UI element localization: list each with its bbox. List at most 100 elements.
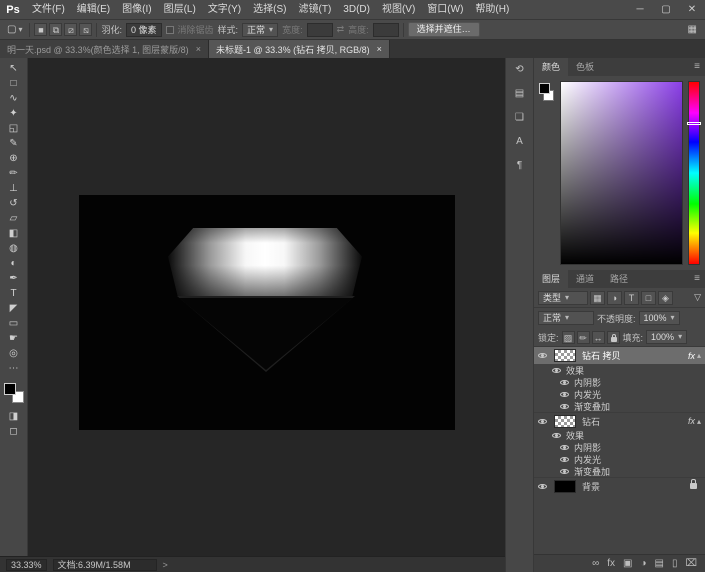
eyedropper-tool[interactable]: ✎ [2,136,26,151]
character-panel-icon[interactable]: A [509,134,531,150]
document-tab[interactable]: 未标题-1 @ 33.3% (钻石 拷贝, RGB/8)× [209,40,390,58]
screen-mode-button[interactable]: ◻ [2,424,26,439]
layer-effect-row[interactable]: 渐变叠加 [534,465,705,477]
layer-filter-icon[interactable]: ▦ [590,291,605,305]
menu-item[interactable]: 文件(F) [26,0,71,20]
blend-mode-dropdown[interactable]: 正常 [538,311,594,325]
swap-dimensions-icon[interactable]: ⇄ [337,24,345,35]
layers-panel-tab[interactable]: 图层 [534,270,568,288]
layer-row[interactable]: 钻石 拷贝fx▴ [534,347,705,364]
layer-effect-row[interactable]: 渐变叠加 [534,400,705,412]
color-panel-tab[interactable]: 色板 [568,58,602,76]
lock-position-icon[interactable]: ↔ [592,331,605,344]
tab-close-icon[interactable]: × [377,44,382,54]
layer-effect-row[interactable]: 效果 [534,429,705,441]
style-dropdown[interactable]: 正常 [242,23,278,37]
close-button[interactable]: ✕ [679,0,705,20]
blur-tool[interactable]: ◍ [2,241,26,256]
visibility-toggle[interactable] [556,469,572,474]
height-input[interactable] [373,23,399,37]
minimize-button[interactable]: ─ [627,0,653,20]
type-tool[interactable]: T [2,286,26,301]
opacity-dropdown[interactable]: 100% [639,311,680,325]
canvas-document[interactable] [79,195,455,430]
layer-group-icon[interactable]: ▤ [655,555,664,572]
selection-mode-icon[interactable]: ⧉ [49,23,62,36]
layer-effect-row[interactable]: 内阴影 [534,441,705,453]
filter-kind-dropdown[interactable]: 类型 [538,291,588,305]
layers-panel-menu-icon[interactable]: ≡ [689,270,705,288]
menu-item[interactable]: 编辑(E) [71,0,116,20]
menu-item[interactable]: 选择(S) [247,0,292,20]
new-layer-icon[interactable]: ▯ [672,555,678,572]
visibility-toggle[interactable] [556,380,572,385]
zoom-level-input[interactable]: 33.33% [6,559,47,571]
selection-mode-icon[interactable]: ■ [34,23,47,36]
hand-tool[interactable]: ☛ [2,331,26,346]
properties-panel-icon[interactable]: ▤ [509,86,531,102]
visibility-toggle[interactable] [534,353,550,358]
width-input[interactable] [307,23,333,37]
libraries-panel-icon[interactable]: ❏ [509,110,531,126]
move-tool[interactable]: ↖ [2,61,26,76]
maximize-button[interactable]: ▢ [653,0,679,20]
layer-style-icon[interactable]: fx [607,555,615,572]
select-and-mask-button[interactable]: 选择并遮住… [408,22,480,37]
color-fg-swatch[interactable] [539,83,550,94]
rectangle-tool[interactable]: ▭ [2,316,26,331]
edit-toolbar-tool[interactable]: ⋯ [2,361,26,376]
menu-item[interactable]: 图像(I) [116,0,157,20]
layer-filter-icon[interactable]: □ [641,291,656,305]
layer-effect-row[interactable]: 内阴影 [534,376,705,388]
workspace-icon[interactable]: ▦ [688,24,701,35]
menu-item[interactable]: 帮助(H) [469,0,515,20]
visibility-toggle[interactable] [556,457,572,462]
pen-tool[interactable]: ✒ [2,271,26,286]
layer-row[interactable]: 背景 [534,477,705,494]
layer-filter-icon[interactable]: ◑ [607,291,622,305]
visibility-toggle[interactable] [556,404,572,409]
visibility-toggle[interactable] [556,392,572,397]
layer-filter-icon[interactable]: ◈ [658,291,673,305]
zoom-tool[interactable]: ◎ [2,346,26,361]
layer-effect-row[interactable]: 内发光 [534,453,705,465]
lasso-tool[interactable]: ∿ [2,91,26,106]
layer-thumbnail[interactable] [554,480,576,493]
crop-tool[interactable]: ◱ [2,121,26,136]
layer-row[interactable]: 钻石fx▴ [534,412,705,429]
clone-stamp-tool[interactable]: ⊥ [2,181,26,196]
layer-thumbnail[interactable] [554,349,576,362]
color-panel-menu-icon[interactable]: ≡ [689,58,705,76]
visibility-toggle[interactable] [534,484,550,489]
selection-mode-icon[interactable]: ⧄ [64,23,77,36]
menu-item[interactable]: 文字(Y) [202,0,247,20]
history-brush-tool[interactable]: ↺ [2,196,26,211]
fill-dropdown[interactable]: 100% [646,330,687,344]
visibility-toggle[interactable] [556,445,572,450]
delete-layer-icon[interactable]: ⌧ [685,555,697,572]
lock-transparent-icon[interactable]: ▨ [562,331,575,344]
menu-item[interactable]: 图层(L) [158,0,202,20]
feather-input[interactable]: 0 像素 [126,23,162,37]
color-panel-tab[interactable]: 颜色 [534,58,568,76]
history-panel-icon[interactable]: ⟲ [509,62,531,78]
status-chevron-icon[interactable]: > [163,560,168,570]
lock-all-icon[interactable] [607,331,620,344]
foreground-swatch[interactable] [4,383,16,395]
eraser-tool[interactable]: ▱ [2,211,26,226]
brush-tool[interactable]: ✏ [2,166,26,181]
layer-filter-icon[interactable]: T [624,291,639,305]
selection-mode-icon[interactable]: ⧅ [79,23,92,36]
visibility-toggle[interactable] [548,368,564,373]
layer-mask-icon[interactable]: ▣ [623,555,632,572]
tab-close-icon[interactable]: × [196,44,201,54]
fx-expander-icon[interactable]: ▴ [697,417,701,426]
lock-pixels-icon[interactable]: ✏ [577,331,590,344]
hue-slider[interactable] [688,81,700,265]
layer-effect-row[interactable]: 效果 [534,364,705,376]
filter-funnel-icon[interactable]: ▽ [694,292,701,303]
tool-preset-picker[interactable]: ▢ ▾ [4,24,25,35]
hue-slider-handle[interactable] [687,122,701,125]
visibility-toggle[interactable] [534,419,550,424]
layer-thumbnail[interactable] [554,415,576,428]
